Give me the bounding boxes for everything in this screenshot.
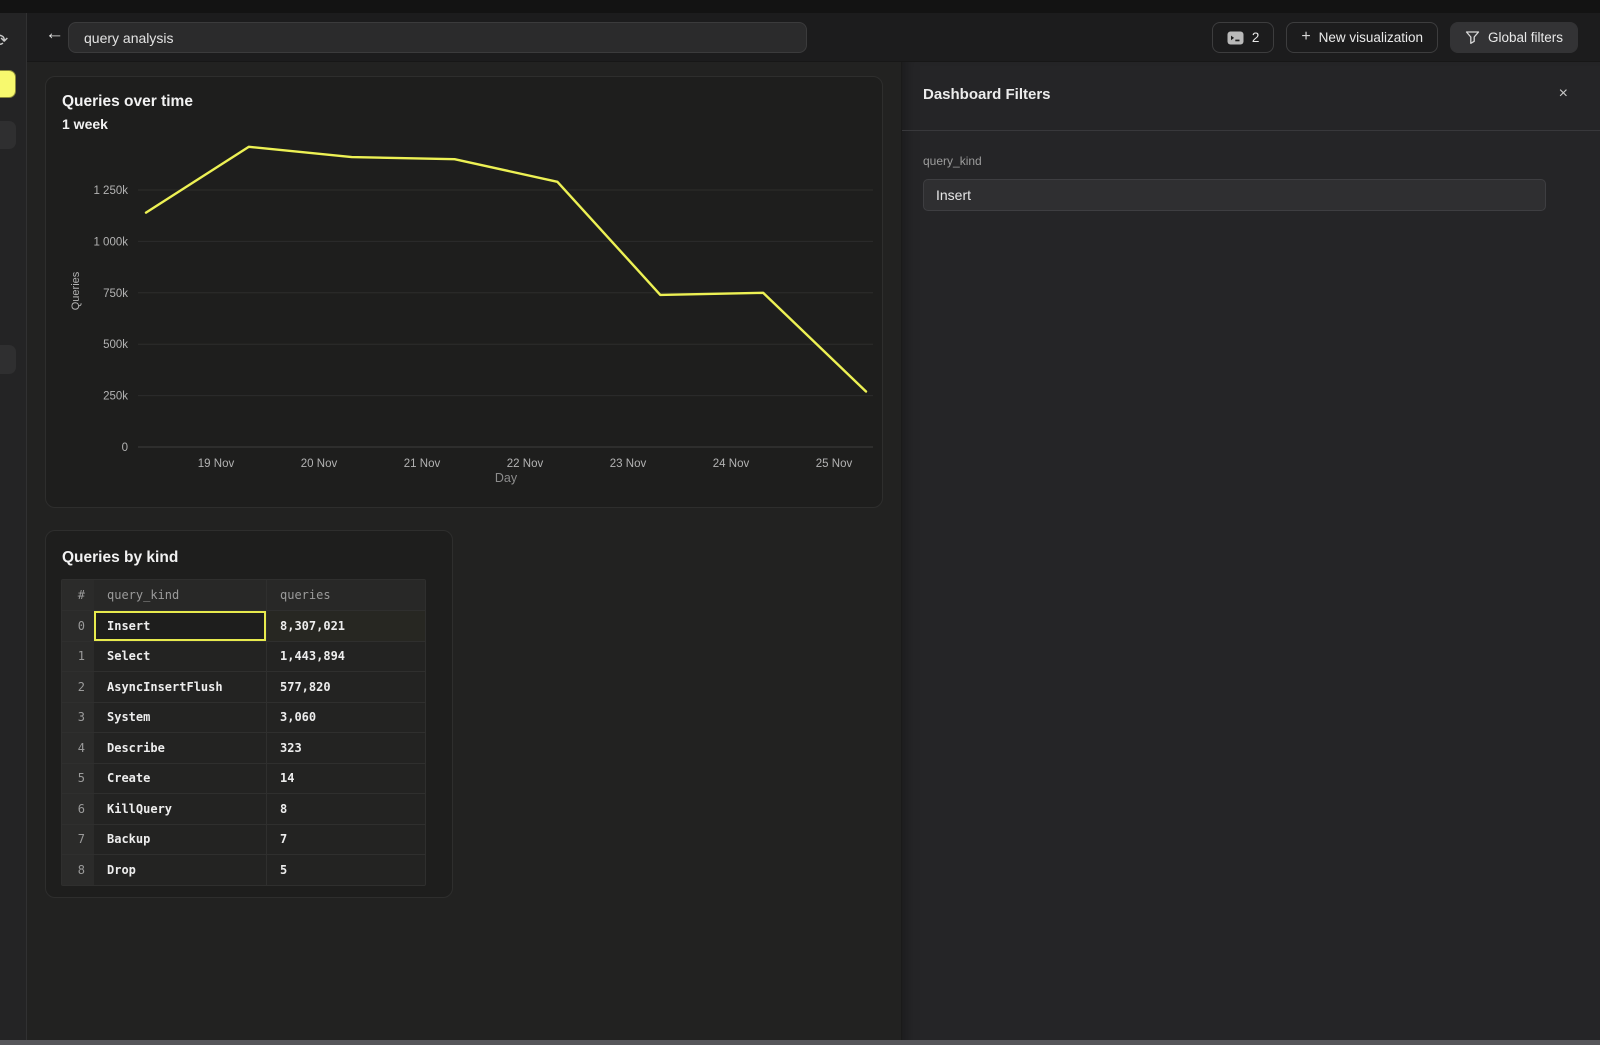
queries-series-line [146,147,866,392]
table-row: 4Describe323 [62,732,425,763]
x-tick-label: 24 Nov [713,458,750,470]
console-tab-count: 2 [1252,30,1260,45]
filter-field-label: query_kind [923,154,982,168]
x-tick-label: 22 Nov [507,458,544,470]
y-tick-label: 1 000k [93,236,128,248]
y-tick-label: 250k [103,391,128,403]
refresh-icon[interactable]: ⟳ [0,31,8,51]
y-tick-label: 500k [103,339,128,351]
queries-cell[interactable]: 8,307,021 [266,611,427,641]
row-index-cell: 2 [62,672,94,702]
table-row: 1Select1,443,894 [62,641,425,672]
table-row: 7Backup7 [62,824,425,855]
query-kind-cell[interactable]: Backup [94,825,266,855]
sidebar-item[interactable] [0,121,16,149]
query-kind-cell[interactable]: AsyncInsertFlush [94,672,266,702]
left-sidebar: ⟳ [0,13,27,1045]
y-tick-label: 1 250k [93,185,128,197]
plus-icon: + [1301,29,1310,45]
row-index-cell: 7 [62,825,94,855]
y-tick-label: 750k [103,288,128,300]
query-kind-cell[interactable]: Insert [94,611,266,641]
queries-cell[interactable]: 577,820 [266,672,427,702]
x-tick-label: 20 Nov [301,458,338,470]
query-kind-cell[interactable]: System [94,703,266,733]
global-filters-label: Global filters [1488,30,1563,45]
new-visualization-button[interactable]: + New visualization [1286,22,1438,53]
topbar: ← 2 + New visualization Global filters [27,13,1600,62]
row-index-cell: 5 [62,764,94,794]
chart-subtitle: 1 week [62,116,108,132]
queries-cell[interactable]: 14 [266,764,427,794]
query-kind-cell[interactable]: Drop [94,855,266,885]
chart-title: Queries over time [62,93,193,111]
query-kind-cell[interactable]: Select [94,642,266,672]
y-tick-label: 0 [122,442,128,454]
header-cell-queries: queries [266,580,427,610]
topbar-actions: 2 + New visualization Global filters [1212,17,1578,58]
x-tick-label: 21 Nov [404,458,441,470]
header-cell-query-kind: query_kind [94,580,266,610]
new-visualization-label: New visualization [1319,30,1423,45]
queries-cell[interactable]: 7 [266,825,427,855]
dashboard-filters-panel: Dashboard Filters × query_kind Insert [901,62,1600,1045]
row-index-cell: 8 [62,855,94,885]
sidebar-item-active[interactable] [0,70,16,98]
query-kind-filter-value: Insert [936,187,971,203]
query-kind-filter-input[interactable]: Insert [923,179,1546,211]
sidebar-item[interactable] [0,345,16,374]
queries-cell[interactable]: 1,443,894 [266,642,427,672]
x-axis-title: Day [495,471,518,485]
funnel-icon [1465,30,1480,45]
window-chrome-strip [0,0,1600,13]
queries-cell[interactable]: 323 [266,733,427,763]
table-row: 8Drop5 [62,854,425,885]
row-index-cell: 4 [62,733,94,763]
close-icon[interactable]: × [1557,84,1570,104]
x-tick-label: 25 Nov [816,458,853,470]
x-tick-label: 19 Nov [198,458,235,470]
console-icon [1227,31,1244,45]
filters-panel-title: Dashboard Filters [923,86,1051,103]
queries-cell[interactable]: 3,060 [266,703,427,733]
table-row: 5Create14 [62,763,425,794]
queries-cell[interactable]: 8 [266,794,427,824]
console-tabs-button[interactable]: 2 [1212,22,1275,53]
queries-by-kind-card: Queries by kind #query_kindqueries0Inser… [45,530,453,898]
queries-by-kind-table: #query_kindqueries0Insert8,307,0211Selec… [61,579,426,886]
queries-line-chart[interactable]: 0 250k 500k 750k 1 000k 1 250k 19 Nov 20 Nov 21 … [46,77,884,509]
dashboard-title-input[interactable] [68,22,807,53]
query-kind-cell[interactable]: KillQuery [94,794,266,824]
queries-cell[interactable]: 5 [266,855,427,885]
app-window: ⟳ ← 2 + New visualization [0,0,1600,1045]
table-header-row: #query_kindqueries [62,580,425,610]
global-filters-button[interactable]: Global filters [1450,22,1578,53]
back-button[interactable]: ← [41,20,68,47]
queries-over-time-card: 0 250k 500k 750k 1 000k 1 250k 19 Nov 20 Nov 21 … [45,76,883,508]
row-index-cell: 6 [62,794,94,824]
table-row: 3System3,060 [62,702,425,733]
query-kind-cell[interactable]: Describe [94,733,266,763]
row-index-cell: 3 [62,703,94,733]
table-row: 2AsyncInsertFlush577,820 [62,671,425,702]
row-index-cell: 0 [62,611,94,641]
table-title: Queries by kind [62,549,178,567]
panel-divider [902,130,1600,131]
window-bottom-edge [0,1040,1600,1045]
table-row: 0Insert8,307,021 [62,610,425,641]
row-index-cell: 1 [62,642,94,672]
header-cell-index: # [62,580,94,610]
x-tick-label: 23 Nov [610,458,647,470]
query-kind-cell[interactable]: Create [94,764,266,794]
y-axis-title: Queries [70,271,82,310]
table-row: 6KillQuery8 [62,793,425,824]
